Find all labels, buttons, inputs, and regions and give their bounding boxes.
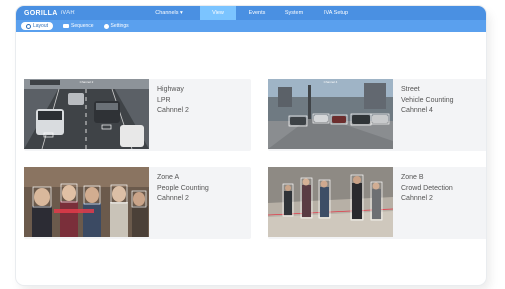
tab-sequence-label: Sequence [71, 23, 94, 29]
camera-label: Channel 4 [323, 80, 338, 84]
tab-layout[interactable]: Layout [21, 22, 54, 30]
card-info: Zone A People Counting Cahnnel 2 [157, 173, 209, 205]
card-info: Zone B Crowd Detection Cahnnel 2 [401, 173, 453, 205]
camera-label: Channel 2 [79, 80, 94, 84]
logo-sub: iVAR [60, 10, 76, 16]
camera-thumbnail-street[interactable]: Channel 4 [268, 79, 393, 149]
logo-brand: GORILLA [24, 9, 58, 17]
card-analytics: Crowd Detection [401, 184, 453, 192]
camera-thumbnail-zone-b[interactable] [268, 167, 393, 237]
card-analytics: Vehicle Counting [401, 96, 454, 104]
camera-thumbnail-zone-a[interactable] [24, 167, 149, 237]
nav-system[interactable]: System [278, 6, 310, 20]
channel-card[interactable]: Channel 4 Street Vehicle Counting Cahnne… [268, 79, 486, 151]
card-analytics: People Counting [157, 184, 209, 192]
channel-card[interactable]: Channel 2 Highway LPR Cahnnel 2 [24, 79, 251, 151]
circle-icon [26, 23, 31, 29]
nav-view[interactable]: View [200, 6, 236, 20]
sub-navigation-bar: Layout Sequence Settings [16, 20, 486, 32]
tab-settings-label: Settings [110, 23, 129, 29]
nav-events[interactable]: Events [242, 6, 272, 20]
card-info: Highway LPR Cahnnel 2 [157, 85, 189, 117]
top-navigation-bar: GORILLA iVAR Channels ▾ View Events Syst… [16, 6, 486, 20]
card-title: Zone A [157, 174, 180, 181]
card-channel: Cahnnel 2 [157, 195, 189, 202]
film-icon [63, 24, 70, 28]
card-info: Street Vehicle Counting Cahnnel 4 [401, 85, 454, 117]
camera-thumbnail-highway[interactable]: Channel 2 [24, 79, 149, 149]
card-channel: Cahnnel 2 [401, 195, 433, 202]
tab-settings[interactable]: Settings [103, 23, 129, 29]
tab-sequence[interactable]: Sequence [63, 23, 94, 29]
card-channel: Cahnnel 4 [401, 107, 433, 114]
card-title: Highway [157, 86, 184, 93]
gear-icon [103, 23, 109, 29]
card-channel: Cahnnel 2 [157, 107, 189, 114]
card-analytics: LPR [157, 96, 171, 104]
tab-layout-label: Layout [33, 23, 49, 29]
app-window: GORILLA iVAR Channels ▾ View Events Syst… [16, 6, 486, 285]
app-logo[interactable]: GORILLA iVAR [24, 10, 75, 17]
card-title: Zone B [401, 174, 424, 181]
nav-channels[interactable]: Channels ▾ [146, 6, 192, 20]
channel-card[interactable]: Zone B Crowd Detection Cahnnel 2 [268, 167, 486, 239]
card-title: Street [401, 86, 420, 93]
nav-iva-setup[interactable]: IVA Setup [316, 6, 356, 20]
channel-card[interactable]: Zone A People Counting Cahnnel 2 [24, 167, 251, 239]
